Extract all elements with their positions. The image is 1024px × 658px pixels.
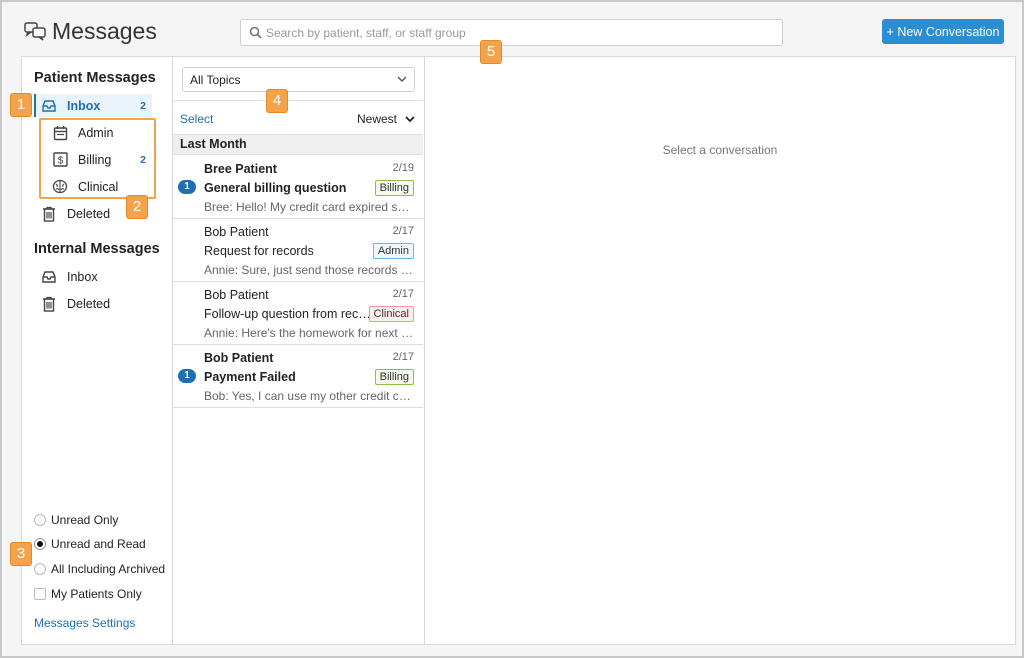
- sender-name: Bree Patient: [204, 162, 277, 176]
- radio-button[interactable]: [34, 563, 46, 575]
- filter-unread-only[interactable]: Unread Only: [34, 511, 174, 529]
- conversation-row[interactable]: Bob Patient 2/17 1 Payment Failed Billin…: [173, 345, 423, 408]
- sort-value: Newest: [356, 112, 397, 126]
- filter-label: My Patients Only: [51, 587, 142, 601]
- inbox-icon: [40, 97, 58, 115]
- checkbox[interactable]: [34, 588, 46, 600]
- empty-state-text: Select a conversation: [662, 143, 778, 157]
- filter-label: Unread Only: [51, 513, 119, 527]
- unread-count-badge: 1: [178, 180, 196, 194]
- message-preview: Bob: Yes, I can use my other credit card…: [204, 389, 414, 403]
- callout-marker-2: 2: [126, 195, 148, 219]
- message-date: 2/17: [392, 351, 414, 363]
- sidebar-item-internal-deleted[interactable]: Deleted: [34, 292, 152, 315]
- internal-messages-heading: Internal Messages: [34, 241, 160, 257]
- callout-marker-4: 4: [266, 89, 288, 113]
- app-window: Messages + New Conversation Patient Mess…: [0, 0, 1024, 658]
- sender-name: Bob Patient: [204, 288, 269, 302]
- message-date: 2/19: [392, 162, 414, 174]
- topic-tag: Billing: [374, 369, 414, 385]
- sidebar-item-patient-inbox[interactable]: Inbox 2: [34, 94, 152, 117]
- new-conversation-button[interactable]: + New Conversation: [882, 19, 1004, 44]
- conversation-list: All Topics Select Newest Last Month Bree…: [173, 57, 425, 644]
- sender-name: Bob Patient: [204, 225, 269, 239]
- message-subject: Payment Failed: [204, 370, 296, 384]
- sidebar-item-internal-inbox[interactable]: Inbox: [34, 265, 152, 288]
- main-panel: Patient Messages Inbox 2 Admin $ Billing: [21, 56, 1016, 645]
- chevron-down-icon: [397, 76, 407, 82]
- search-box[interactable]: [240, 19, 783, 46]
- sidebar-item-label: Inbox: [67, 269, 98, 284]
- messages-settings-link[interactable]: Messages Settings: [34, 616, 135, 630]
- callout-highlight-box: [39, 118, 156, 199]
- search-icon: [249, 26, 262, 39]
- list-toolbar: Select Newest: [173, 100, 423, 134]
- sidebar-item-label: Inbox: [67, 98, 101, 113]
- filter-unread-and-read[interactable]: Unread and Read: [34, 535, 174, 553]
- sidebar-item-label: Deleted: [67, 296, 111, 311]
- topic-tag: Admin: [372, 243, 414, 259]
- sender-name: Bob Patient: [204, 351, 274, 365]
- sidebar-item-label: Deleted: [67, 206, 111, 221]
- message-subject: Request for records: [204, 244, 314, 258]
- topic-filter-dropdown[interactable]: All Topics: [182, 67, 415, 92]
- message-preview: Annie: Here's the homework for next week: [204, 326, 414, 340]
- message-preview: Annie: Sure, just send those records ove…: [204, 263, 414, 277]
- radio-button[interactable]: [34, 514, 46, 526]
- message-subject: Follow-up question from recent session: [204, 307, 374, 321]
- chevron-down-icon: [405, 115, 415, 122]
- page-title: Messages: [52, 18, 157, 44]
- trash-icon: [40, 295, 58, 313]
- topic-filter-value: All Topics: [190, 72, 241, 87]
- conversation-row[interactable]: Bob Patient 2/17 Follow-up question from…: [173, 282, 423, 345]
- filter-label: All Including Archived: [51, 562, 166, 576]
- conversation-detail-pane: Select a conversation: [425, 57, 1015, 644]
- message-date: 2/17: [392, 225, 414, 237]
- topic-tag: Clinical: [368, 306, 414, 322]
- callout-marker-5: 5: [480, 40, 502, 64]
- filter-all-including-archived[interactable]: All Including Archived: [34, 560, 174, 578]
- filter-label: Unread and Read: [51, 537, 146, 551]
- message-subject: General billing question: [204, 181, 347, 195]
- message-date: 2/17: [392, 288, 414, 300]
- topic-tag: Billing: [374, 180, 414, 196]
- inbox-icon: [40, 268, 58, 286]
- group-header: Last Month: [173, 134, 423, 155]
- callout-marker-1: 1: [10, 93, 32, 117]
- message-preview: Bree: Hello! My credit card expired so I…: [204, 200, 414, 214]
- messages-app-icon: [24, 22, 46, 41]
- conversation-row[interactable]: Bree Patient 2/19 1 General billing ques…: [173, 156, 423, 219]
- filter-my-patients-only[interactable]: My Patients Only: [34, 585, 174, 603]
- search-input[interactable]: [266, 24, 766, 42]
- radio-button-selected[interactable]: [34, 538, 46, 550]
- inbox-count-badge: 2: [140, 99, 146, 112]
- patient-messages-heading: Patient Messages: [34, 70, 156, 86]
- callout-marker-3: 3: [10, 542, 32, 566]
- trash-icon: [40, 205, 58, 223]
- select-link[interactable]: Select: [180, 112, 213, 126]
- conversation-row[interactable]: Bob Patient 2/17 Request for records Adm…: [173, 219, 423, 282]
- sort-dropdown[interactable]: Newest: [357, 112, 415, 126]
- unread-count-badge: 1: [178, 369, 196, 383]
